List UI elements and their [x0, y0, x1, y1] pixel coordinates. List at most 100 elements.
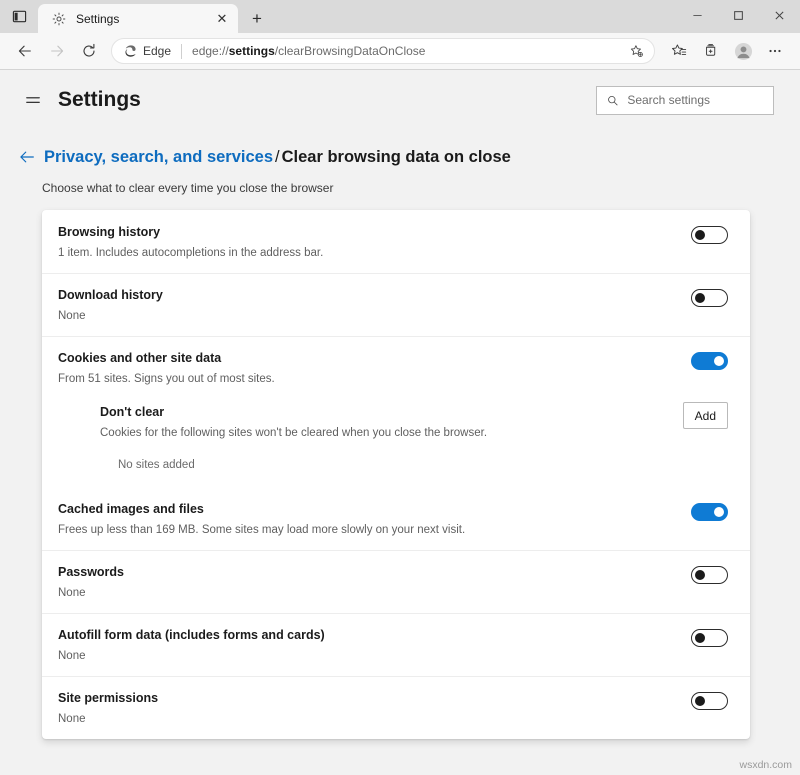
refresh-button[interactable] — [73, 36, 105, 66]
vertical-tabs-glyph — [12, 10, 26, 23]
dont-clear-section: Don't clear Cookies for the following si… — [42, 399, 750, 487]
row-title: Passwords — [58, 565, 125, 579]
row-texts: Browsing history 1 item. Includes autoco… — [58, 225, 691, 259]
address-bar[interactable]: Edge edge://settings/clearBrowsingDataOn… — [111, 38, 655, 64]
setting-row-browsing-history[interactable]: Browsing history 1 item. Includes autoco… — [42, 210, 750, 273]
ellipsis-glyph — [769, 49, 781, 53]
toggle-knob — [714, 356, 724, 366]
setting-row-cached-images[interactable]: Cached images and files Frees up less th… — [42, 487, 750, 550]
toggle-cached-images[interactable] — [691, 503, 728, 521]
search-settings-box[interactable] — [596, 85, 774, 115]
dont-clear-title: Don't clear — [100, 405, 165, 419]
clear-data-card: Browsing history 1 item. Includes autoco… — [42, 210, 750, 739]
row-texts: Cookies and other site data From 51 site… — [58, 351, 691, 385]
breadcrumb-row: Privacy, search, and services / Clear brow… — [0, 130, 800, 168]
toggle-knob — [695, 696, 705, 706]
tab-title: Settings — [76, 11, 120, 26]
browser-window: Settings ✕ + Edge edge://settings/clearB… — [0, 0, 800, 775]
hamburger-menu-icon[interactable] — [16, 83, 50, 117]
setting-row-cookies[interactable]: Cookies and other site data From 51 site… — [42, 336, 750, 399]
refresh-icon — [83, 43, 95, 57]
avatar-glyph — [734, 42, 752, 60]
minimize-button[interactable] — [677, 0, 718, 30]
breadcrumb-separator: / — [275, 147, 280, 166]
toggle-download-history[interactable] — [691, 289, 728, 307]
url-prefix: edge:// — [192, 44, 229, 58]
maximize-button[interactable] — [718, 0, 759, 30]
collections-add-icon[interactable] — [695, 36, 727, 66]
star-add-glyph — [630, 44, 643, 57]
title-bar: Settings ✕ + — [0, 0, 800, 33]
favorites-glyph — [672, 44, 687, 56]
row-title: Cookies and other site data — [58, 351, 222, 365]
toggle-passwords[interactable] — [691, 566, 728, 584]
toggle-knob — [695, 633, 705, 643]
gear-glyph — [52, 12, 66, 25]
settings-content: Privacy, search, and services / Clear brow… — [0, 130, 800, 739]
row-description: Frees up less than 169 MB. Some sites ma… — [58, 524, 466, 536]
row-texts: Site permissions None — [58, 691, 691, 725]
minimize-icon — [693, 14, 702, 16]
close-window-button[interactable] — [759, 0, 800, 30]
toggle-knob — [695, 230, 705, 240]
close-icon[interactable]: ✕ — [214, 11, 230, 27]
row-texts: Download history None — [58, 288, 691, 322]
maximize-icon — [734, 10, 743, 20]
forward-button[interactable] — [41, 36, 73, 66]
row-texts: Passwords None — [58, 565, 691, 599]
row-description: None — [58, 587, 86, 599]
new-tab-button[interactable]: + — [242, 4, 272, 33]
favorites-icon[interactable] — [663, 36, 695, 66]
row-title: Autofill form data (includes forms and c… — [58, 628, 325, 642]
settings-header: Settings — [0, 70, 800, 130]
row-texts: Autofill form data (includes forms and c… — [58, 628, 691, 662]
forward-arrow-icon — [51, 45, 64, 57]
setting-row-autofill[interactable]: Autofill form data (includes forms and c… — [42, 613, 750, 676]
breadcrumb: Privacy, search, and services / Clear brow… — [44, 148, 511, 167]
address-bar-url: edge://settings/clearBrowsingDataOnClose — [192, 44, 624, 58]
toggle-knob — [714, 507, 724, 517]
profile-avatar-icon[interactable] — [727, 36, 759, 66]
browser-toolbar: Edge edge://settings/clearBrowsingDataOn… — [0, 33, 800, 70]
row-description: None — [58, 713, 86, 725]
toggle-cookies[interactable] — [691, 352, 728, 370]
edge-chip-label: Edge — [143, 44, 172, 58]
toggle-site-permissions[interactable] — [691, 692, 728, 710]
toggle-autofill[interactable] — [691, 629, 728, 647]
back-button[interactable] — [9, 36, 41, 66]
search-input[interactable] — [627, 93, 763, 107]
search-icon — [608, 95, 618, 105]
browser-tab[interactable]: Settings ✕ — [38, 4, 238, 33]
edge-logo-icon — [125, 45, 136, 57]
vertical-tabs-icon[interactable] — [0, 0, 38, 33]
url-path: /clearBrowsingDataOnClose — [274, 44, 426, 58]
window-controls — [677, 0, 800, 33]
more-ellipsis-icon[interactable] — [759, 36, 791, 66]
breadcrumb-parent-link[interactable]: Privacy, search, and services — [44, 148, 273, 166]
back-arrow-icon — [18, 45, 31, 57]
row-description: From 51 sites. Signs you out of most sit… — [58, 373, 275, 385]
row-title: Download history — [58, 288, 163, 302]
gear-icon — [51, 11, 67, 27]
page-subtitle: Choose what to clear every time you clos… — [42, 181, 334, 195]
setting-row-download-history[interactable]: Download history None — [42, 273, 750, 336]
setting-row-site-permissions[interactable]: Site permissions None — [42, 676, 750, 739]
setting-row-passwords[interactable]: Passwords None — [42, 550, 750, 613]
no-sites-added-note: No sites added — [118, 459, 195, 471]
breadcrumb-current: Clear browsing data on close — [281, 147, 511, 166]
star-add-icon[interactable] — [624, 39, 648, 63]
page-title: Settings — [58, 88, 141, 111]
back-arrow-icon[interactable] — [16, 146, 38, 168]
toggle-browsing-history[interactable] — [691, 226, 728, 244]
row-title: Site permissions — [58, 691, 159, 705]
edge-brand-chip: Edge — [123, 44, 171, 58]
watermark: wsxdn.com — [739, 759, 792, 771]
row-texts: Cached images and files Frees up less th… — [58, 502, 691, 536]
collections-glyph — [706, 44, 716, 56]
add-site-button[interactable]: Add — [682, 402, 728, 429]
dont-clear-description: Cookies for the following sites won't be… — [100, 427, 488, 439]
row-description: None — [58, 310, 86, 322]
row-title: Browsing history — [58, 225, 161, 239]
url-host: settings — [228, 44, 275, 58]
back-arrow-glyph — [20, 151, 34, 163]
